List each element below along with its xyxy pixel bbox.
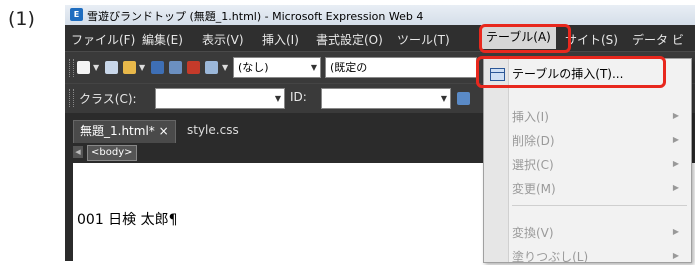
chevron-right-icon: ▶ <box>672 159 679 168</box>
breadcrumb-body-tag[interactable]: <body> <box>87 145 137 161</box>
window-title: 雪遊びランドトップ (無題_1.html) - Microsoft Expres… <box>87 10 424 23</box>
table-menu-dropdown: テーブルの挿入(T)... 挿入(I) ▶ 削除(D) ▶ 選択(C) ▶ 変更… <box>483 58 692 265</box>
id-label: ID: <box>290 90 307 104</box>
chevron-down-icon: ▼ <box>274 94 281 103</box>
title-bar: E 雪遊びランドトップ (無題_1.html) - Microsoft Expr… <box>65 5 695 25</box>
menu-edit[interactable]: 編集(E) <box>142 31 183 48</box>
chevron-down-icon[interactable]: ▼ <box>93 63 101 72</box>
menu-file[interactable]: ファイル(F) <box>71 31 135 48</box>
app-icon: E <box>70 8 83 21</box>
highlight-insert-table <box>476 56 666 88</box>
menu-item-convert[interactable]: 変換(V) <box>512 224 554 241</box>
style-select[interactable]: (なし) ▼ <box>233 57 321 78</box>
tab-style-css[interactable]: style.css <box>181 120 245 142</box>
font-select[interactable]: (既定の <box>325 57 477 78</box>
new-document-icon[interactable] <box>105 61 118 74</box>
preview-browser-icon[interactable] <box>205 61 218 74</box>
editor-text[interactable]: 001 日検 太郎¶ <box>77 209 178 229</box>
menu-item-fill[interactable]: 塗りつぶし(L) <box>512 248 588 265</box>
style-select-value: (なし) <box>238 61 269 74</box>
menu-tools[interactable]: ツール(T) <box>397 31 450 48</box>
chevron-right-icon: ▶ <box>672 135 679 144</box>
chevron-down-icon[interactable]: ▼ <box>222 63 230 72</box>
menu-view[interactable]: 表示(V) <box>202 31 244 48</box>
menu-bar: ファイル(F) 編集(E) 表示(V) 挿入(I) 書式設定(O) ツール(T)… <box>65 25 695 51</box>
menu-item-delete[interactable]: 削除(D) <box>512 132 555 149</box>
menu-item-select[interactable]: 選択(C) <box>512 156 554 173</box>
toolbar-grip[interactable] <box>69 89 74 107</box>
save-all-icon[interactable] <box>169 61 182 74</box>
menu-separator <box>512 205 687 206</box>
class-label: クラス(C): <box>79 92 137 106</box>
new-page-icon[interactable] <box>77 61 90 74</box>
style-apply-icon[interactable] <box>457 92 470 105</box>
menu-data-view[interactable]: データ ビ <box>632 31 684 48</box>
step-number: (1) <box>8 8 35 30</box>
chevron-down-icon[interactable]: ▼ <box>139 63 147 72</box>
menu-insert[interactable]: 挿入(I) <box>262 31 299 48</box>
id-select[interactable]: ▼ <box>321 88 451 109</box>
menu-gutter <box>484 59 509 262</box>
menu-item-insert[interactable]: 挿入(I) <box>512 108 549 125</box>
tab-untitled-html[interactable]: 無題_1.html* × <box>73 120 176 143</box>
menu-format[interactable]: 書式設定(O) <box>316 31 383 48</box>
chevron-right-icon: ▶ <box>672 251 679 260</box>
chevron-right-icon: ▶ <box>672 111 679 120</box>
chevron-left-icon[interactable]: ◀ <box>73 146 83 158</box>
chevron-right-icon: ▶ <box>672 183 679 192</box>
toolbar-grip[interactable] <box>69 59 74 77</box>
open-folder-icon[interactable] <box>123 61 136 74</box>
font-select-value: (既定の <box>330 61 368 74</box>
chevron-right-icon: ▶ <box>672 227 679 236</box>
class-select[interactable]: ▼ <box>155 88 285 109</box>
sharepoint-icon[interactable] <box>187 61 200 74</box>
menu-site[interactable]: サイト(S) <box>565 31 618 48</box>
chevron-down-icon: ▼ <box>440 94 447 103</box>
menu-item-modify[interactable]: 変更(M) <box>512 180 556 197</box>
chevron-down-icon: ▼ <box>310 63 317 72</box>
highlight-menu-table <box>479 24 571 53</box>
save-icon[interactable] <box>151 61 164 74</box>
